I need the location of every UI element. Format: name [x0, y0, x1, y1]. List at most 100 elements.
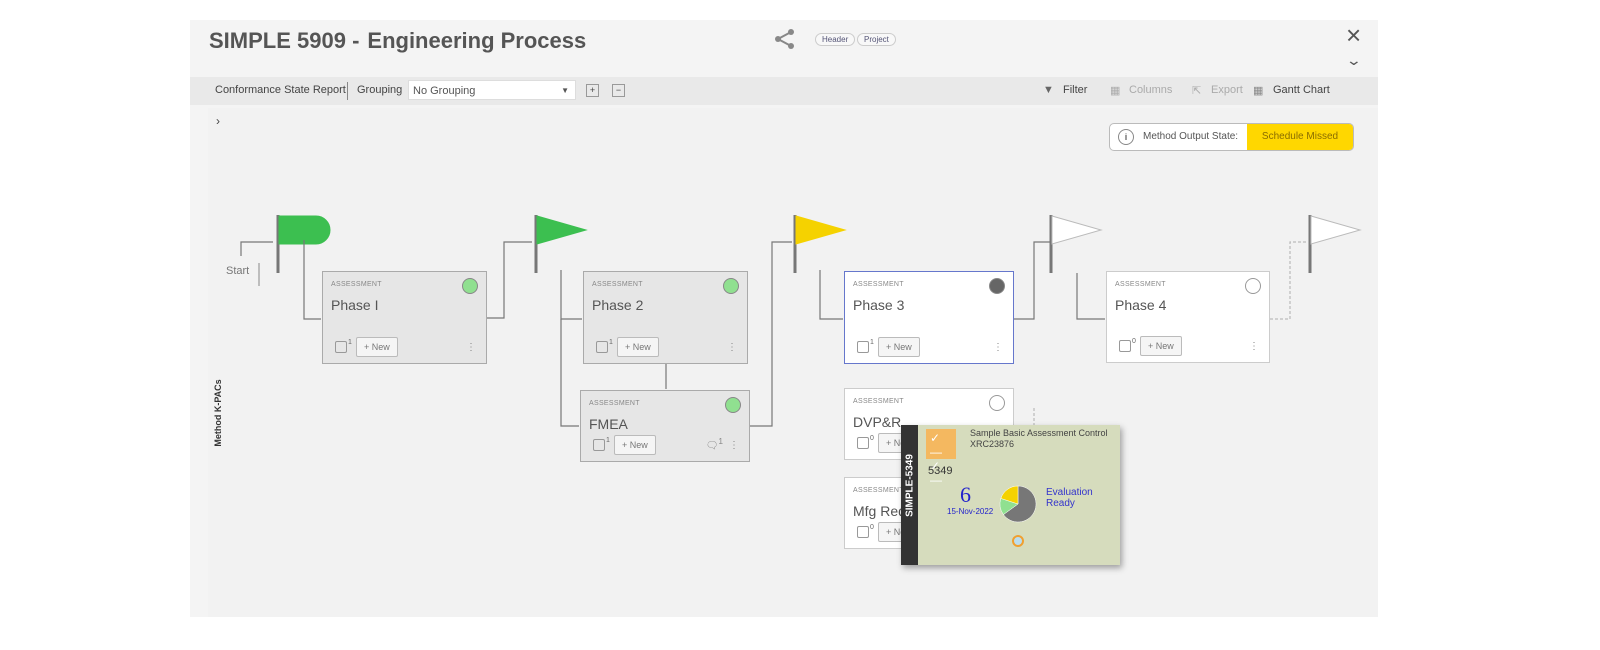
conformance-report-button[interactable]: Conformance State Report [215, 84, 346, 96]
connector-line [487, 241, 532, 319]
item-count: 1 [606, 437, 610, 444]
page-title: SIMPLE 5909 - Engineering Process [209, 28, 594, 54]
assessment-card[interactable]: ASSESSMENT Phase 4 0 + New ⋮ [1106, 271, 1270, 363]
share-icon[interactable] [774, 28, 796, 50]
status-indicator-icon [725, 397, 741, 413]
comment-icon[interactable]: 🗨1 [706, 436, 723, 451]
flag-icon [1310, 215, 1362, 245]
card-kind: ASSESSMENT [331, 281, 382, 288]
items-icon [593, 439, 605, 451]
comment-count: 1 [718, 435, 723, 446]
popup-title[interactable]: Sample Basic Assessment Control [970, 428, 1108, 438]
grouping-label: Grouping [357, 84, 403, 96]
expand-all-icon[interactable]: + [586, 84, 599, 97]
status-indicator-icon [1245, 278, 1261, 294]
card-name[interactable]: FMEA [589, 416, 628, 432]
item-count: 1 [870, 339, 874, 346]
chevron-down-icon[interactable]: ⌄ [1346, 52, 1362, 69]
more-options-icon[interactable]: ⋮ [729, 440, 739, 451]
connector-line [750, 241, 792, 427]
item-count: 1 [609, 339, 613, 346]
popup-status[interactable]: Evaluation Ready [1046, 487, 1106, 509]
close-icon[interactable]: × [1346, 20, 1361, 51]
tooltip-popup: SIMPLE-5349 ✓— ✓— 5349 Sample Basic Asses… [901, 425, 1120, 565]
grouping-value: No Grouping [413, 85, 476, 97]
connector-line [240, 241, 273, 256]
flag-icon [795, 215, 847, 245]
status-indicator-icon [723, 278, 739, 294]
connector-line [1270, 241, 1308, 320]
card-kind: ASSESSMENT [589, 400, 640, 407]
flag-icon [278, 215, 331, 245]
calendar-icon: ▦ [1253, 85, 1264, 97]
flag-icon [1051, 215, 1103, 245]
card-kind: ASSESSMENT [853, 281, 904, 288]
connector-line [819, 270, 843, 320]
card-name[interactable]: DVP&R [853, 414, 901, 430]
more-options-icon[interactable]: ⋮ [466, 342, 476, 353]
dropdown-arrow-icon: ▼ [561, 86, 569, 95]
divider [347, 82, 348, 100]
connector-line [303, 240, 321, 320]
new-item-button[interactable]: + New [878, 337, 920, 357]
card-kind: ASSESSMENT [592, 281, 643, 288]
assessment-card[interactable]: ASSESSMENT Phase I 1 + New ⋮ [322, 271, 487, 364]
new-item-button[interactable]: + New [356, 337, 398, 357]
more-options-icon[interactable]: ⋮ [1249, 341, 1259, 352]
process-id: SIMPLE 5909 - [209, 28, 360, 53]
card-kind: ASSESSMENT [853, 398, 904, 405]
items-icon [335, 341, 347, 353]
item-count: 0 [1132, 338, 1136, 345]
card-name[interactable]: Phase 4 [1115, 297, 1166, 313]
clock-icon[interactable] [1012, 535, 1024, 547]
collapse-all-icon[interactable]: − [612, 84, 625, 97]
new-item-button[interactable]: + New [614, 435, 656, 455]
card-name[interactable]: Phase 2 [592, 297, 643, 313]
grouping-select[interactable]: No Grouping ▼ [408, 80, 576, 100]
popup-count: 6 [960, 482, 971, 507]
connector-line [560, 270, 582, 320]
toolbar: Conformance State Report Grouping No Gro… [190, 77, 1378, 105]
more-options-icon[interactable]: ⋮ [727, 342, 737, 353]
card-name[interactable]: Phase 3 [853, 297, 904, 313]
card-kind: ASSESSMENT [853, 487, 904, 494]
flag-icon [536, 215, 588, 245]
popup-code: XRC23876 [970, 439, 1015, 449]
items-icon [857, 526, 869, 538]
status-indicator-icon [989, 278, 1005, 294]
popup-id-vertical: SIMPLE-5349 [904, 454, 916, 517]
process-canvas: › Method K-PACs i Method Output State: S… [208, 108, 1378, 617]
connector-line [1076, 273, 1105, 320]
project-pill[interactable]: Project [857, 33, 896, 46]
status-pie-chart [999, 485, 1037, 523]
items-icon [857, 341, 869, 353]
connector-line [560, 319, 579, 427]
gantt-chart-button[interactable]: Gantt Chart [1273, 84, 1330, 96]
items-icon [857, 437, 869, 449]
export-button[interactable]: Export [1211, 84, 1243, 96]
assessment-card[interactable]: ASSESSMENT Phase 3 1 + New ⋮ [844, 271, 1014, 364]
columns-icon: ▦ [1110, 85, 1121, 97]
export-icon: ⇱ [1192, 85, 1202, 97]
popup-strip: SIMPLE-5349 [901, 425, 918, 565]
item-count: 1 [348, 339, 352, 346]
checklist-icon: ✓— ✓— [926, 429, 956, 487]
connector-line [1014, 241, 1051, 320]
new-item-button[interactable]: + New [617, 337, 659, 357]
filter-button[interactable]: Filter [1063, 84, 1087, 96]
status-indicator-icon [462, 278, 478, 294]
popup-date: 15-Nov-2022 [947, 507, 994, 516]
process-name: Engineering Process [367, 28, 587, 53]
card-name[interactable]: Phase I [331, 297, 378, 313]
new-item-button[interactable]: + New [1140, 336, 1182, 356]
item-count: 0 [870, 524, 874, 531]
filter-icon: ▼ [1043, 84, 1054, 96]
item-count: 0 [870, 435, 874, 442]
items-icon [1119, 340, 1131, 352]
assessment-card[interactable]: ASSESSMENT FMEA 1 + New 🗨1 ⋮ [580, 390, 750, 462]
process-window: SIMPLE 5909 - Engineering Process Header … [190, 20, 1378, 617]
columns-button[interactable]: Columns [1129, 84, 1172, 96]
header-pill[interactable]: Header [815, 33, 856, 46]
assessment-card[interactable]: ASSESSMENT Phase 2 1 + New ⋮ [583, 271, 748, 364]
more-options-icon[interactable]: ⋮ [993, 342, 1003, 353]
